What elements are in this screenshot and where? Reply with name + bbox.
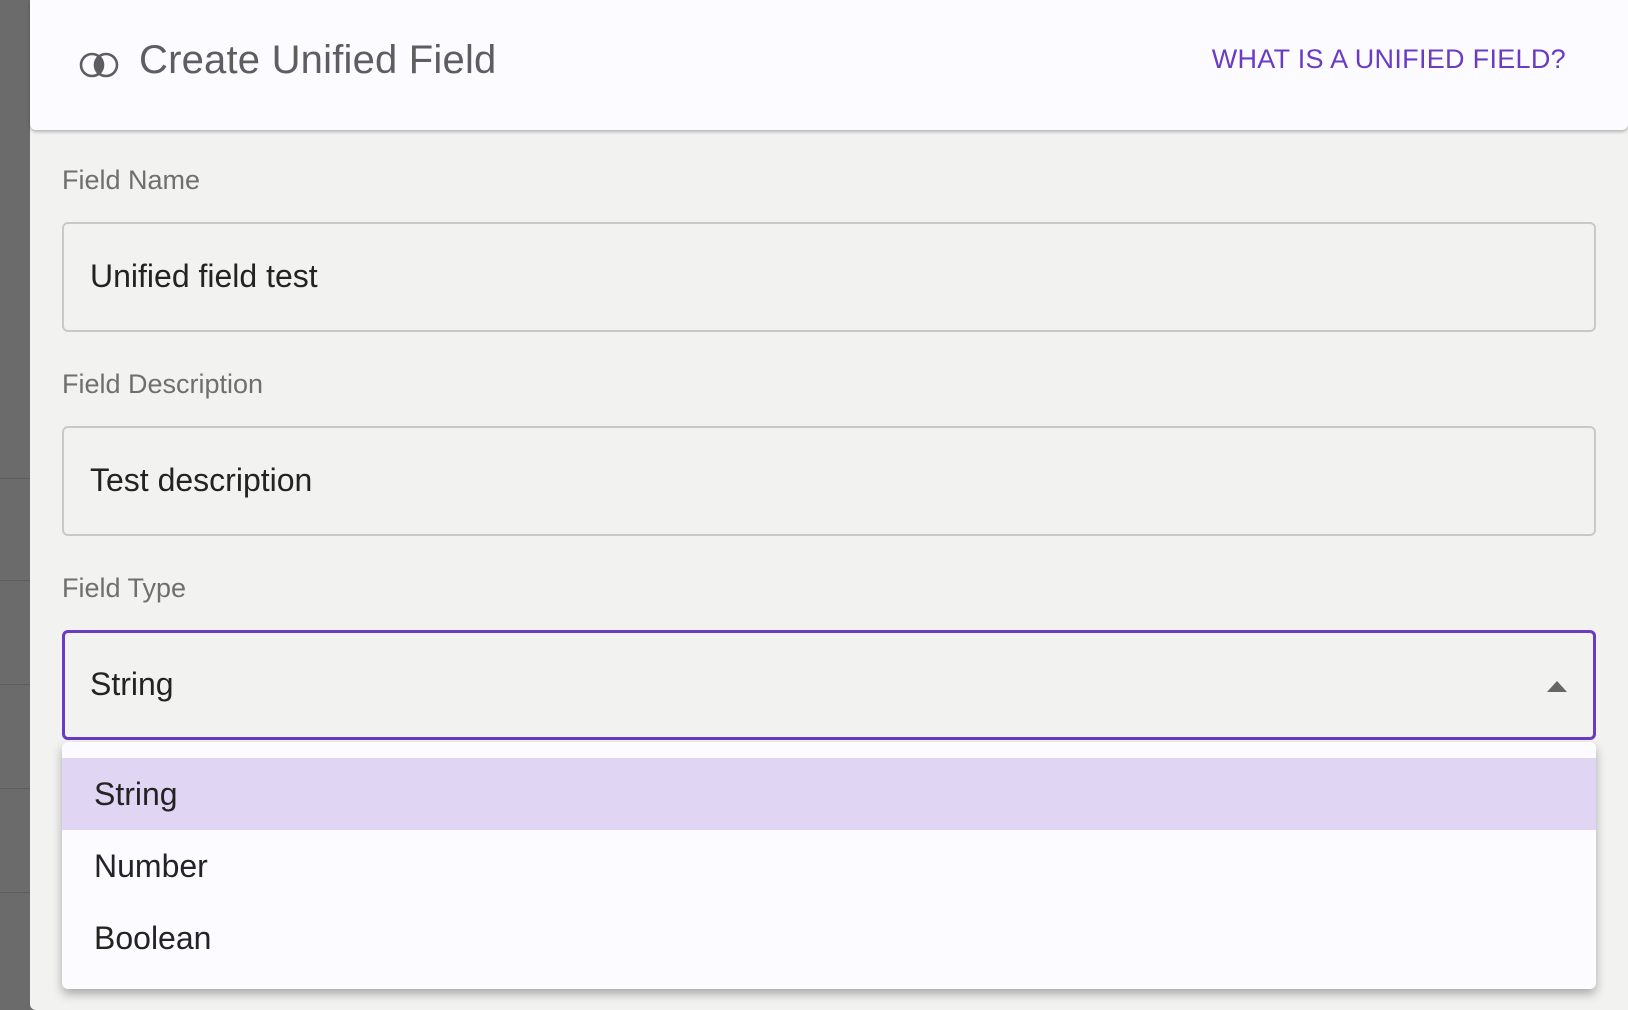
backdrop-divider <box>0 892 30 893</box>
backdrop-divider <box>0 580 30 581</box>
field-name-value: Unified field test <box>90 258 318 294</box>
dialog-title: Create Unified Field <box>139 38 497 82</box>
field-type-option-string[interactable]: String <box>62 758 1596 830</box>
field-type-option-number[interactable]: Number <box>62 830 1596 902</box>
option-label: Number <box>94 848 208 884</box>
field-name-label: Field Name <box>62 165 201 195</box>
option-label: Boolean <box>94 920 212 956</box>
field-type-dropdown-menu: String Number Boolean <box>62 742 1596 989</box>
field-name-input[interactable]: Unified field test <box>62 222 1596 332</box>
backdrop-divider <box>0 788 30 789</box>
overlapping-circles-icon <box>79 52 119 78</box>
page-backdrop <box>0 0 30 1010</box>
field-type-select[interactable]: String <box>62 630 1596 740</box>
create-unified-field-dialog: Create Unified Field WHAT IS A UNIFIED F… <box>30 0 1628 1010</box>
backdrop-divider <box>0 684 30 685</box>
caret-up-icon[interactable] <box>1547 681 1567 692</box>
field-description-label: Field Description <box>62 369 264 399</box>
field-description-input[interactable]: Test description <box>62 426 1596 536</box>
field-description-value: Test description <box>90 462 313 498</box>
field-type-label: Field Type <box>62 573 187 603</box>
what-is-unified-field-link[interactable]: WHAT IS A UNIFIED FIELD? <box>1212 44 1566 75</box>
backdrop-divider <box>0 478 30 479</box>
field-type-option-boolean[interactable]: Boolean <box>62 902 1596 974</box>
dialog-header: Create Unified Field WHAT IS A UNIFIED F… <box>30 0 1628 130</box>
field-type-value: String <box>90 666 174 702</box>
option-label: String <box>94 776 178 812</box>
